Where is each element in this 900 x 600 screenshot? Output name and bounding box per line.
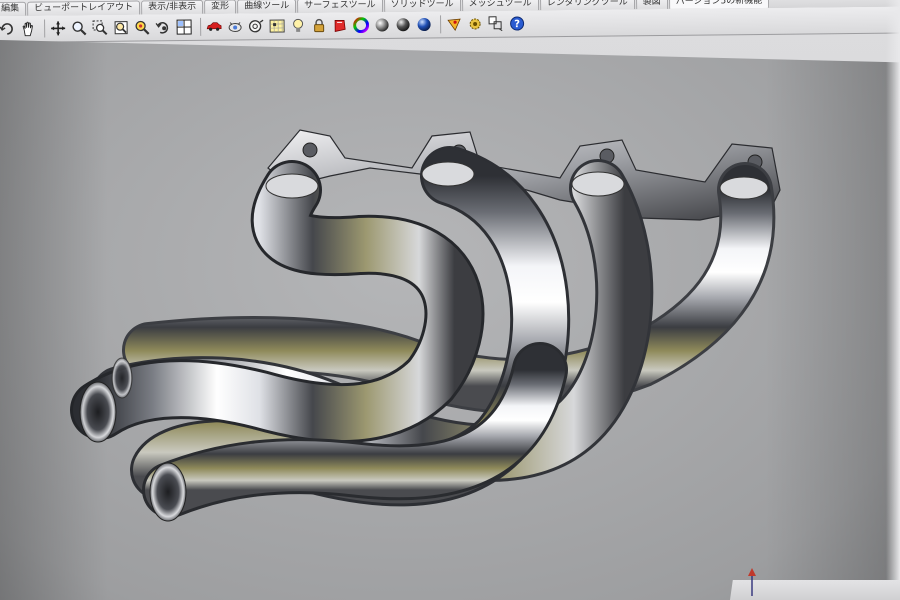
tab-drafting[interactable]: 製図 [635,0,668,10]
rendered-sphere-icon[interactable] [394,16,412,34]
toolbar-separator [440,15,442,34]
car-icon[interactable] [205,18,223,36]
undo-icon[interactable] [0,20,16,38]
tab-surface-tools[interactable]: サーフェスツール [297,0,383,13]
zoom-selected-icon[interactable] [133,18,151,36]
app-window: 編集 ビューポートレイアウト 表示/非表示 変形 曲線ツール サーフェスツール … [0,0,900,600]
pan-hand-icon[interactable] [19,20,37,38]
zoom-icon[interactable] [70,19,88,37]
tab-transform[interactable]: 変形 [204,0,237,14]
tab-curve-tools[interactable]: 曲線ツール [237,0,297,14]
grid-snap-icon[interactable] [268,17,286,35]
svg-text:?: ? [514,19,520,30]
window-right-edge [886,0,900,600]
zoom-window-icon[interactable] [91,19,109,37]
render-icon[interactable] [445,15,463,33]
gear-options-icon[interactable] [466,15,484,33]
outlet-mouth-2 [149,462,187,522]
tab-mesh-tools[interactable]: メッシュツール [461,0,539,12]
shaded-sphere-icon[interactable] [373,16,391,34]
outlet-mouth-1 [79,381,117,443]
color-wheel-icon[interactable] [352,16,370,34]
tube-collar-2 [421,161,475,187]
help-icon[interactable]: ? [508,14,526,32]
four-viewports-icon[interactable] [175,18,193,36]
tube-collar-1 [265,173,319,199]
tab-viewport-layout[interactable]: ビューポートレイアウト [27,0,141,16]
zoom-extents-icon[interactable] [112,19,130,37]
tab-show-hide[interactable]: 表示/非表示 [141,0,204,15]
layers-icon[interactable] [487,15,505,33]
tab-solid-tools[interactable]: ソリッドツール [383,0,461,12]
lens-icon[interactable] [247,17,265,35]
perspective-viewport[interactable] [0,40,900,600]
move-cross-icon[interactable] [49,19,67,37]
toolbar-separator [200,17,202,36]
material-paint-icon[interactable] [331,16,349,34]
named-views-icon[interactable] [226,17,244,35]
rotate-view-icon[interactable] [154,18,172,36]
world-axis-icon [748,568,756,596]
exhaust-header-model[interactable] [0,40,900,600]
outlet-mouth-3 [111,357,133,399]
toolbar-separator [44,19,46,38]
tube-collar-4 [719,176,769,200]
lock-icon[interactable] [310,17,328,35]
blue-sphere-icon[interactable] [415,15,433,33]
tube-collar-3 [571,171,625,197]
tab-edit[interactable]: 編集 [0,1,27,16]
bolt-hole-1 [302,142,318,158]
light-bulb-icon[interactable] [289,17,307,35]
